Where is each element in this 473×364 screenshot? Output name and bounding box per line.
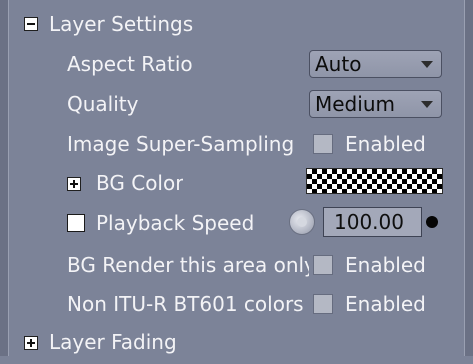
expand-icon[interactable] xyxy=(67,177,81,191)
bg-color-label: BG Color xyxy=(96,171,184,195)
quality-dropdown[interactable]: Medium xyxy=(309,90,442,118)
chevron-down-icon xyxy=(421,101,433,108)
super-sampling-label: Image Super-Sampling xyxy=(67,132,295,156)
non-itu-enabled-label: Enabled xyxy=(345,292,426,316)
non-itu-checkbox[interactable] xyxy=(313,294,333,314)
row-aspect-ratio: Aspect Ratio Auto xyxy=(0,45,473,85)
aspect-ratio-dropdown[interactable]: Auto xyxy=(309,50,442,78)
section-title-layer-fading: Layer Fading xyxy=(49,330,177,354)
bg-color-swatch[interactable] xyxy=(306,168,443,194)
playback-speed-knob[interactable] xyxy=(289,209,315,235)
playback-speed-value: 100.00 xyxy=(334,210,404,234)
super-sampling-enabled-label: Enabled xyxy=(345,132,426,156)
non-itu-label: Non ITU-R BT601 colors xyxy=(67,292,304,316)
row-non-itu: Non ITU-R BT601 colors Enabled xyxy=(0,283,473,323)
row-bg-render: BG Render this area only Enabled xyxy=(0,244,473,284)
collapse-icon[interactable] xyxy=(24,17,38,31)
aspect-ratio-value: Auto xyxy=(315,52,362,76)
playback-speed-checkbox[interactable] xyxy=(67,214,85,232)
expand-icon[interactable] xyxy=(24,336,38,350)
section-header-layer-settings[interactable]: Layer Settings xyxy=(0,10,473,50)
quality-label: Quality xyxy=(67,92,139,116)
row-quality: Quality Medium xyxy=(0,85,473,125)
bg-render-checkbox[interactable] xyxy=(313,255,333,275)
chevron-down-icon xyxy=(421,61,433,68)
super-sampling-checkbox[interactable] xyxy=(313,134,333,154)
keyframe-dot-icon[interactable] xyxy=(426,216,438,228)
aspect-ratio-label: Aspect Ratio xyxy=(67,52,193,76)
section-header-layer-fading[interactable]: Layer Fading xyxy=(0,324,473,364)
playback-speed-label: Playback Speed xyxy=(96,211,255,235)
quality-value: Medium xyxy=(315,92,395,116)
bg-render-enabled-label: Enabled xyxy=(345,253,426,277)
row-super-sampling: Image Super-Sampling Enabled xyxy=(0,124,473,164)
bg-render-label: BG Render this area only xyxy=(67,253,309,277)
playback-speed-input[interactable]: 100.00 xyxy=(323,207,422,237)
section-title-layer-settings: Layer Settings xyxy=(49,12,194,36)
